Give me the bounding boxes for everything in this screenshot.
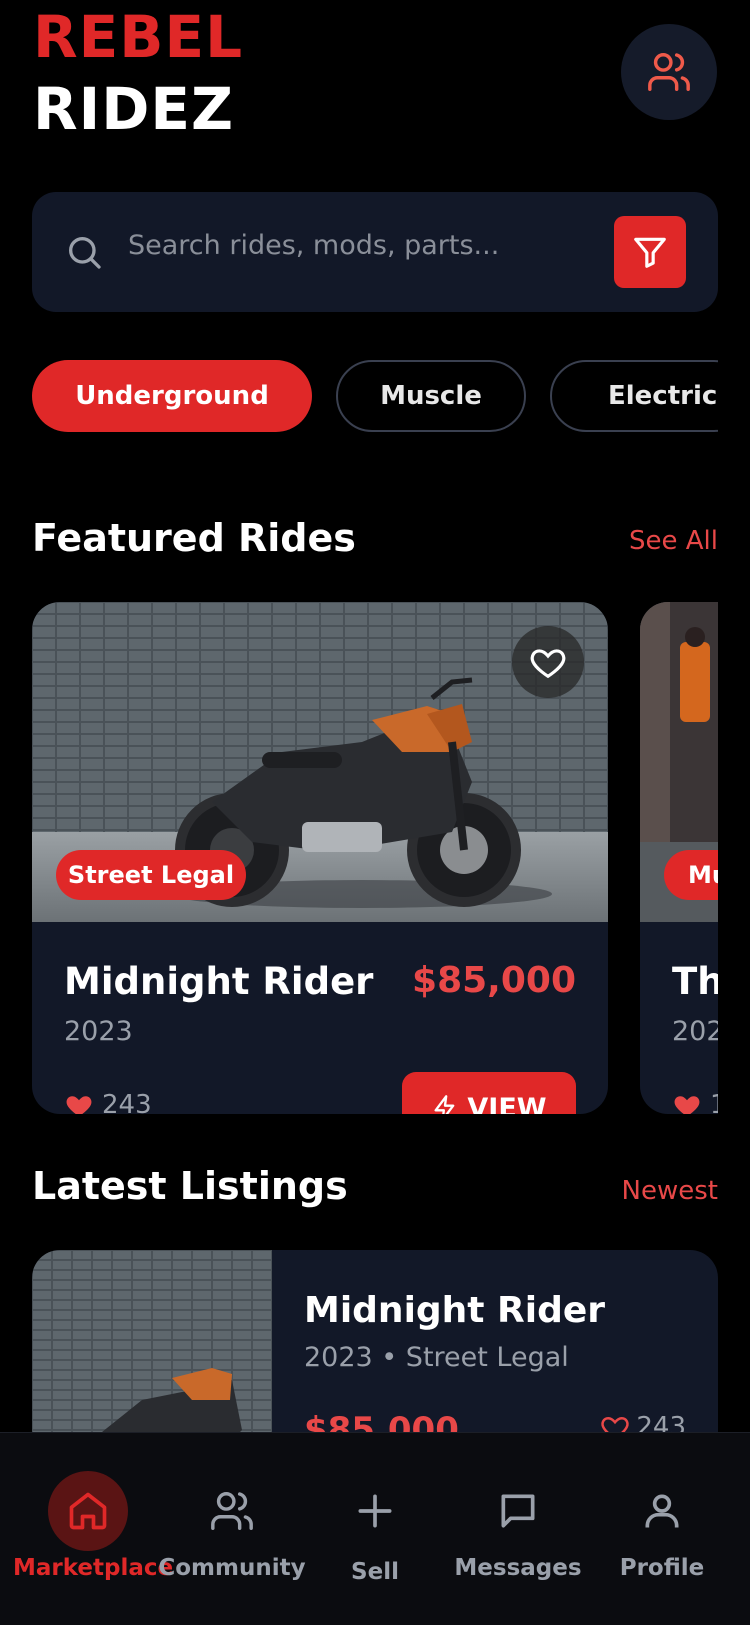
user-icon xyxy=(622,1471,702,1551)
listing-name: Midnight Rider xyxy=(304,1290,606,1331)
nav-community[interactable]: Community xyxy=(157,1433,307,1625)
nav-label: Messages xyxy=(454,1555,582,1581)
latest-title: Latest Listings xyxy=(32,1164,348,1208)
listing-meta: 2023 • Street Legal xyxy=(304,1342,569,1373)
nav-label: Community xyxy=(158,1555,306,1581)
message-icon xyxy=(478,1471,558,1551)
bottom-nav: Marketplace Community Sell Messages Prof… xyxy=(0,1432,750,1625)
home-icon xyxy=(48,1471,128,1551)
nav-messages[interactable]: Messages xyxy=(443,1433,593,1625)
plus-icon xyxy=(335,1471,415,1551)
heart-filled-icon xyxy=(674,1096,700,1114)
ride-name-peek: Th xyxy=(672,960,718,1003)
sort-newest-link[interactable]: Newest xyxy=(622,1176,718,1206)
nav-profile[interactable]: Profile xyxy=(587,1433,737,1625)
likes-value-peek: 1 xyxy=(710,1090,718,1114)
ride-year-peek: 202 xyxy=(672,1016,718,1047)
nav-label: Marketplace xyxy=(13,1555,174,1581)
featured-card-peek[interactable]: Mu Th 202 1 xyxy=(640,602,718,1114)
category-badge-peek: Mu xyxy=(664,850,718,900)
nav-sell[interactable]: Sell xyxy=(300,1433,450,1625)
users-icon xyxy=(192,1471,272,1551)
nav-marketplace[interactable]: Marketplace xyxy=(13,1433,174,1625)
nav-label: Profile xyxy=(619,1555,705,1581)
nav-label: Sell xyxy=(351,1559,399,1585)
likes-count-peek: 1 xyxy=(672,1090,718,1114)
